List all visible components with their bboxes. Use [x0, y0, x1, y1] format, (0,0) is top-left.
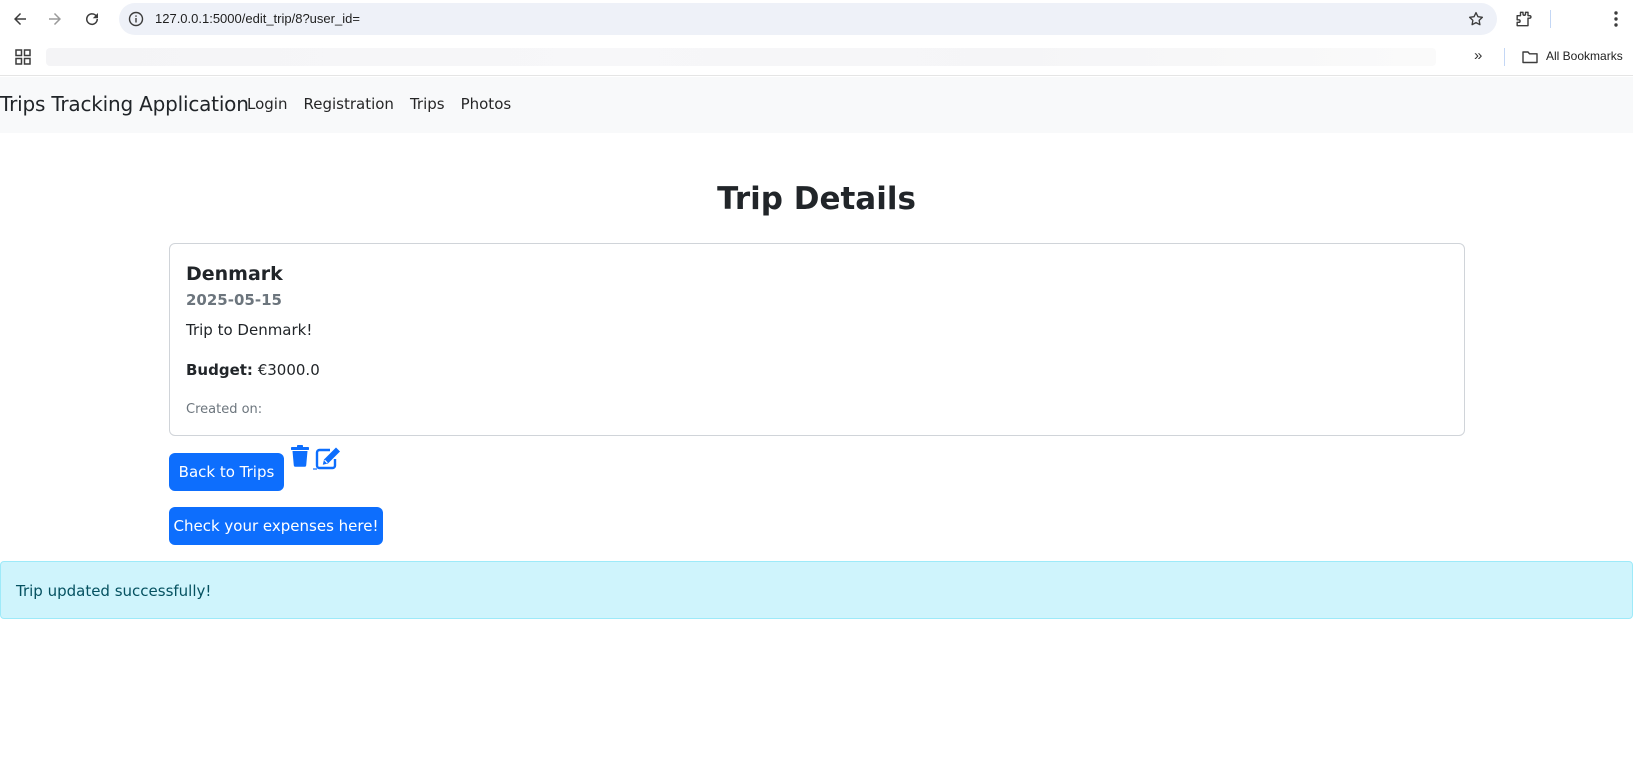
profile-area[interactable] [1550, 10, 1592, 28]
budget-value: €3000.0 [257, 361, 320, 379]
nav-link-login[interactable]: Login [247, 95, 287, 113]
trip-budget: Budget: €3000.0 [186, 361, 320, 379]
all-bookmarks-label[interactable]: All Bookmarks [1546, 49, 1623, 63]
reload-icon[interactable] [80, 7, 104, 31]
page-title: Trip Details [717, 181, 916, 217]
app-navbar: Trips Tracking Application Login Registr… [0, 77, 1633, 133]
browser-toolbar: 127.0.0.1:5000/edit_trip/8?user_id= [0, 0, 1633, 38]
url-text[interactable]: 127.0.0.1:5000/edit_trip/8?user_id= [155, 11, 360, 26]
puzzle-icon[interactable] [1513, 9, 1533, 29]
budget-label: Budget: [186, 361, 253, 379]
edit-icon[interactable] [313, 446, 342, 470]
bookmarks-bar: » All Bookmarks [0, 38, 1633, 76]
trip-card: Denmark 2025-05-15 Trip to Denmark! Budg… [169, 243, 1465, 436]
nav-link-registration[interactable]: Registration [303, 95, 393, 113]
forward-arrow-icon[interactable] [43, 7, 67, 31]
alert-message: Trip updated successfully! [16, 582, 212, 600]
created-on-label: Created on: [186, 402, 263, 417]
nav-link-trips[interactable]: Trips [410, 95, 445, 113]
double-chevron-icon[interactable]: » [1474, 47, 1492, 67]
folder-icon[interactable] [1521, 48, 1539, 66]
kebab-menu-icon[interactable] [1606, 9, 1626, 29]
bookmarks-divider [1504, 48, 1505, 66]
trip-name: Denmark [186, 263, 283, 285]
trash-icon[interactable] [290, 445, 310, 467]
trip-description: Trip to Denmark! [186, 321, 313, 339]
back-arrow-icon[interactable] [8, 7, 32, 31]
bookmarks-list[interactable] [46, 48, 1436, 66]
star-icon[interactable] [1467, 10, 1485, 28]
nav-link-photos[interactable]: Photos [461, 95, 512, 113]
back-to-trips-button[interactable]: Back to Trips [169, 453, 284, 491]
nav-links: Login Registration Trips Photos [247, 95, 527, 113]
navbar-brand[interactable]: Trips Tracking Application [0, 92, 249, 116]
address-bar[interactable]: 127.0.0.1:5000/edit_trip/8?user_id= [119, 3, 1497, 35]
apps-grid-icon[interactable] [14, 48, 32, 66]
success-alert: Trip updated successfully! [0, 561, 1633, 619]
check-expenses-button[interactable]: Check your expenses here! [169, 507, 383, 545]
trip-date: 2025-05-15 [186, 291, 282, 309]
info-icon[interactable] [128, 11, 144, 27]
